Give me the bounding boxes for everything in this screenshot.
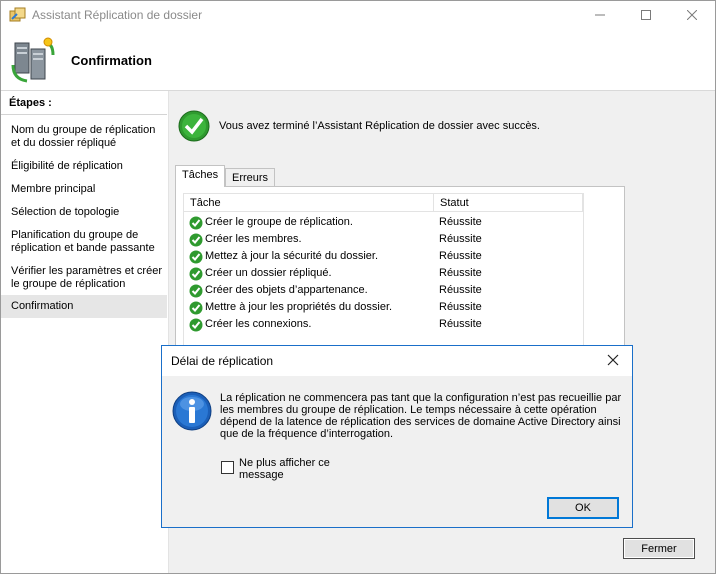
sidebar-item-replication-group-name[interactable]: Nom du groupe de réplication et du dossi… (1, 124, 167, 150)
sidebar-item-topology[interactable]: Sélection de topologie (1, 206, 167, 219)
steps-sidebar: Étapes : Nom du groupe de réplication et… (1, 91, 169, 573)
task-status: Réussite (439, 233, 482, 245)
table-row: Créer les membres. Réussite (184, 231, 583, 248)
success-message: Vous avez terminé l’Assistant Réplicatio… (219, 120, 540, 132)
dont-show-again-label[interactable]: Ne plus afficher ce message (239, 457, 349, 481)
close-icon[interactable] (605, 352, 621, 368)
success-check-icon (189, 233, 203, 247)
app-icon (9, 7, 26, 22)
table-row: Créer des objets d’appartenance. Réussit… (184, 282, 583, 299)
table-row: Créer le groupe de réplication. Réussite (184, 214, 583, 231)
task-name: Mettre à jour les propriétés du dossier. (205, 301, 393, 313)
page-title: Confirmation (71, 53, 152, 68)
success-check-icon (189, 318, 203, 332)
success-check-icon (189, 284, 203, 298)
task-name: Créer les membres. (205, 233, 302, 245)
task-status: Réussite (439, 301, 482, 313)
dialog-body: La réplication ne commencera pas tant qu… (162, 376, 632, 527)
maximize-icon (641, 10, 651, 20)
info-icon (172, 391, 212, 431)
success-check-icon (178, 110, 210, 142)
steps-title: Étapes : (1, 97, 167, 115)
task-status: Réussite (439, 216, 482, 228)
table-row: Mettez à jour la sécurité du dossier. Ré… (184, 248, 583, 265)
close-icon (687, 10, 697, 20)
sidebar-item-label: Planification du groupe de réplication e… (11, 229, 155, 254)
ok-button[interactable]: OK (547, 497, 619, 519)
sidebar-item-label: Membre principal (11, 183, 96, 195)
task-status: Réussite (439, 318, 482, 330)
table-header: Tâche Statut (184, 194, 583, 212)
title-bar: Assistant Réplication de dossier (1, 1, 715, 29)
task-name: Créer des objets d’appartenance. (205, 284, 368, 296)
sidebar-item-confirmation[interactable]: Confirmation (1, 295, 167, 318)
minimize-icon (595, 14, 605, 16)
task-name: Créer un dossier répliqué. (205, 267, 332, 279)
task-status: Réussite (439, 284, 482, 296)
window-title: Assistant Réplication de dossier (32, 8, 203, 22)
window-close-button[interactable] (669, 1, 715, 29)
task-status: Réussite (439, 250, 482, 262)
column-header-status[interactable]: Statut (433, 194, 475, 212)
success-check-icon (189, 267, 203, 281)
success-check-icon (189, 250, 203, 264)
task-name: Créer le groupe de réplication. (205, 216, 353, 228)
sidebar-item-label: Sélection de topologie (11, 206, 120, 218)
replication-wizard-icon (11, 37, 55, 83)
dialog-title: Délai de réplication (171, 354, 274, 368)
sidebar-item-primary-member[interactable]: Membre principal (1, 183, 167, 196)
table-row: Créer un dossier répliqué. Réussite (184, 265, 583, 282)
replication-delay-dialog: Délai de réplication La réplication ne c… (161, 345, 633, 528)
task-name: Mettez à jour la sécurité du dossier. (205, 250, 379, 262)
tab-taches[interactable]: Tâches (175, 165, 226, 187)
dialog-message: La réplication ne commencera pas tant qu… (220, 392, 622, 440)
tab-erreurs[interactable]: Erreurs (225, 168, 276, 187)
column-divider (582, 194, 583, 212)
column-header-task[interactable]: Tâche (190, 197, 221, 209)
task-name: Créer les connexions. (205, 318, 312, 330)
success-check-icon (189, 216, 203, 230)
table-row: Créer les connexions. Réussite (184, 316, 583, 333)
dont-show-again-checkbox[interactable] (221, 461, 234, 474)
table-row: Mettre à jour les propriétés du dossier.… (184, 299, 583, 316)
sidebar-item-label: Vérifier les paramètres et créer le grou… (11, 265, 162, 290)
task-status: Réussite (439, 267, 482, 279)
sidebar-item-review-settings[interactable]: Vérifier les paramètres et créer le grou… (1, 265, 167, 291)
sidebar-item-schedule-bandwidth[interactable]: Planification du groupe de réplication e… (1, 229, 167, 255)
sidebar-item-label: Confirmation (11, 300, 74, 312)
maximize-button[interactable] (623, 1, 669, 29)
sidebar-item-label: Éligibilité de réplication (11, 160, 123, 172)
wizard-header: Confirmation (1, 29, 715, 91)
success-check-icon (189, 301, 203, 315)
close-wizard-button[interactable]: Fermer (623, 538, 695, 559)
sidebar-item-label: Nom du groupe de réplication et du dossi… (11, 124, 156, 149)
sidebar-item-eligibility[interactable]: Éligibilité de réplication (1, 160, 167, 173)
minimize-button[interactable] (577, 1, 623, 29)
